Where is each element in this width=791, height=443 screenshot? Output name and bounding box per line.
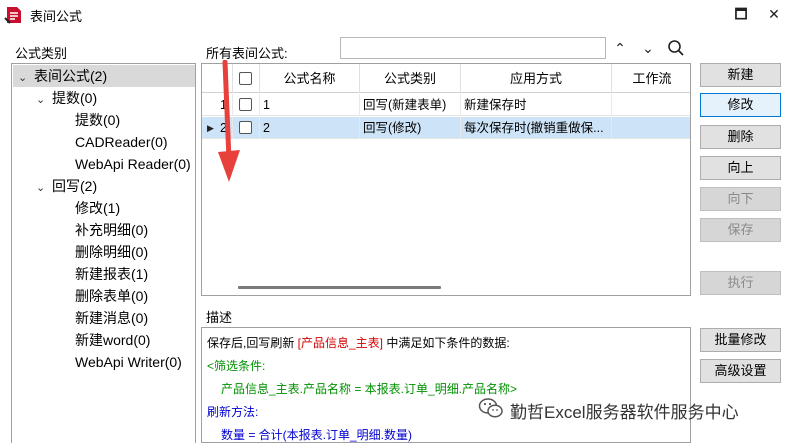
tree-node-all-formulas[interactable]: ⌄ 表间公式(2) (13, 65, 195, 87)
table-row[interactable]: ▶ 2 2 回写(修改) 每次保存时(撤销重做保... (202, 117, 690, 139)
move-up-button[interactable]: 向上 (700, 156, 781, 180)
refresh-title: 刷新方法: (207, 405, 259, 419)
target-table-name: [产品信息_主表] (297, 336, 384, 350)
formula-mode: 新建保存时 (461, 94, 612, 116)
chevron-down-icon[interactable]: ⌄ (36, 89, 52, 111)
close-button[interactable]: ✕ (762, 3, 786, 25)
tree-node-add-detail[interactable]: 补充明细(0) (75, 219, 148, 241)
chevron-down-icon[interactable]: ⌄ (36, 177, 52, 199)
advanced-settings-button[interactable]: 高级设置 (700, 359, 781, 383)
new-button[interactable]: 新建 (700, 63, 781, 87)
tree-node-webapi-writer[interactable]: WebApi Writer(0) (75, 351, 182, 373)
search-icon[interactable] (666, 38, 686, 58)
grid-header: 公式名称 公式类别 应用方式 工作流 (202, 64, 690, 93)
edit-button[interactable]: 修改 (700, 93, 781, 117)
run-button[interactable]: 执行 (700, 271, 781, 295)
save-button[interactable]: 保存 (700, 218, 781, 242)
description-label: 描述 (206, 310, 233, 325)
tree-node-delete-detail[interactable]: 删除明细(0) (75, 241, 148, 263)
header-name[interactable]: 公式名称 (260, 64, 360, 93)
tree-node-webapi-reader[interactable]: WebApi Reader(0) (75, 153, 191, 175)
tree-node-delete-form[interactable]: 删除表单(0) (75, 285, 148, 307)
category-label: 公式类别 (15, 46, 68, 61)
horizontal-scrollbar[interactable] (238, 286, 441, 289)
header-workflow[interactable]: 工作流 (612, 64, 690, 93)
wechat-icon (478, 398, 503, 418)
watermark-text: 勤哲Excel服务器软件服务中心 (510, 403, 739, 422)
formula-name: 1 (260, 94, 360, 116)
description-panel: 保存后,回写刷新 [产品信息_主表] 中满足如下条件的数据: <筛选条件: 产品… (201, 327, 691, 443)
header-category[interactable]: 公式类别 (360, 64, 461, 93)
maximize-button[interactable]: 🗖 (729, 3, 753, 25)
tree-node-fetch-child[interactable]: 提数(0) (75, 109, 120, 131)
search-input[interactable] (340, 37, 606, 59)
chevron-down-icon[interactable]: ⌄ (18, 67, 34, 89)
formula-name: 2 (260, 117, 360, 139)
header-mode[interactable]: 应用方式 (461, 64, 612, 93)
tree-node-new-word[interactable]: 新建word(0) (75, 329, 150, 351)
tree-node-new-message[interactable]: 新建消息(0) (75, 307, 148, 329)
formula-category: 回写(修改) (360, 117, 461, 139)
tree-node-fetch[interactable]: ⌄ 提数(0) (36, 87, 97, 109)
filter-expression: 产品信息_主表.产品名称 = 本报表.订单_明细.产品名称> (221, 382, 518, 396)
app-logo-icon (4, 7, 21, 24)
formula-category: 回写(新建表单) (360, 94, 461, 116)
filter-title: <筛选条件: (207, 359, 266, 373)
category-tree[interactable]: ⌄ 表间公式(2) ⌄ 提数(0) 提数(0) CADReader(0) WebAp… (11, 63, 196, 443)
move-down-button[interactable]: 向下 (700, 187, 781, 211)
formula-mode: 每次保存时(撤销重做保... (461, 117, 612, 139)
tree-node-modify[interactable]: 修改(1) (75, 197, 120, 219)
formula-grid[interactable]: 公式名称 公式类别 应用方式 工作流 1 1 回写(新建表单) 新建保存时 ▶ … (201, 63, 691, 296)
annotation-arrow-icon (218, 60, 240, 182)
tree-node-writeback[interactable]: ⌄ 回写(2) (36, 175, 97, 197)
formula-workflow (612, 94, 690, 116)
formula-workflow (612, 117, 690, 139)
batch-edit-button[interactable]: 批量修改 (700, 328, 781, 352)
window-title: 表间公式 (30, 9, 83, 24)
tree-node-new-report[interactable]: 新建报表(1) (75, 263, 148, 285)
description-line: 保存后,回写刷新 [产品信息_主表] 中满足如下条件的数据: (207, 336, 510, 350)
search-prev-icon[interactable]: ⌃ (610, 38, 630, 58)
tree-node-cadreader[interactable]: CADReader(0) (75, 131, 168, 153)
refresh-expression: 数量 = 合计(本报表.订单_明细.数量) (221, 428, 413, 442)
search-next-icon[interactable]: ⌄ (638, 38, 658, 58)
table-row[interactable]: 1 1 回写(新建表单) 新建保存时 (202, 94, 690, 116)
title-bar: 表间公式 🗖 ✕ (0, 0, 791, 30)
delete-button[interactable]: 删除 (700, 125, 781, 149)
